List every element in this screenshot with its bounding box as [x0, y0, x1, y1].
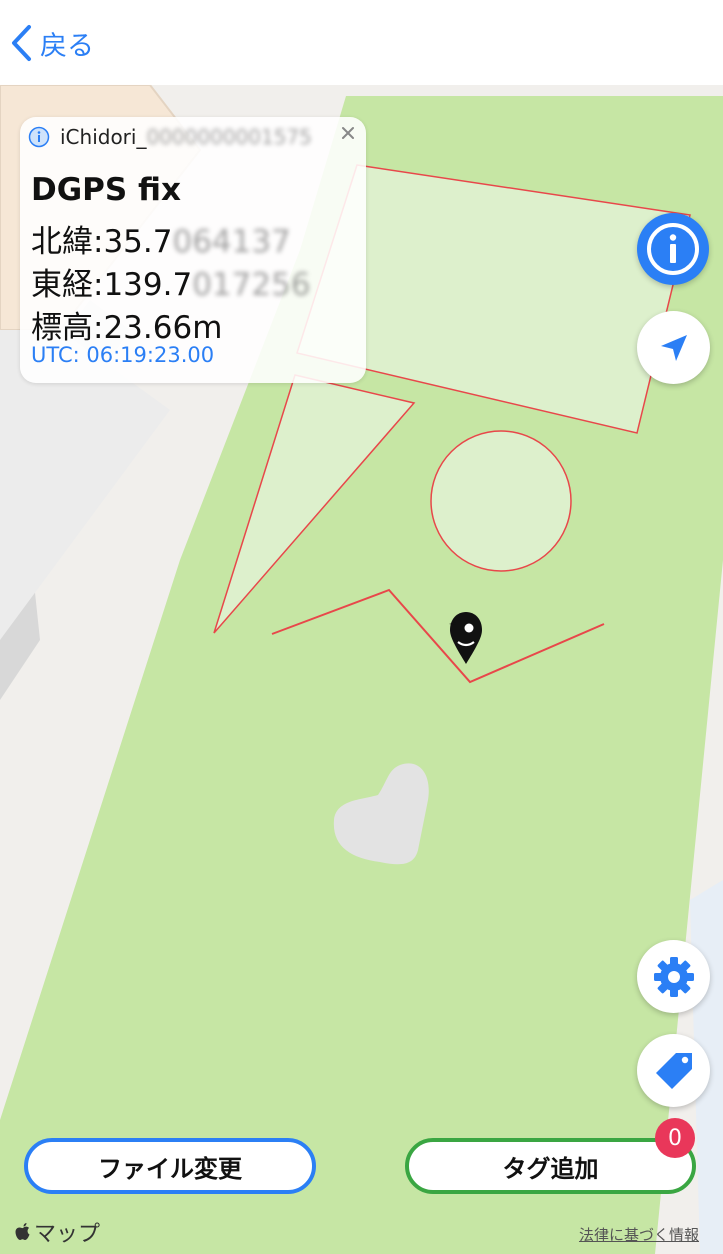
apple-logo-icon — [15, 1223, 30, 1240]
info-icon — [647, 223, 699, 275]
info-icon — [28, 126, 50, 148]
top-nav-bar: 戻る — [0, 0, 723, 85]
gear-icon — [653, 956, 694, 997]
card-header: iChidori_0000000001575 — [28, 125, 312, 149]
longitude-redacted: 017256 — [192, 267, 311, 303]
altitude-row: 標高:23.66m — [31, 310, 223, 346]
info-button[interactable] — [637, 213, 709, 285]
file-change-button[interactable]: ファイル変更 — [24, 1138, 316, 1194]
back-label: 戻る — [40, 30, 94, 62]
close-button[interactable] — [336, 121, 360, 145]
device-name: iChidori_0000000001575 — [60, 125, 312, 149]
tag-icon — [655, 1052, 692, 1089]
tag-button[interactable] — [637, 1034, 710, 1107]
device-name-redacted: 0000000001575 — [146, 125, 312, 149]
position-info-card: iChidori_0000000001575 DGPS fix 北緯:35.70… — [20, 117, 366, 383]
maps-brand-label: マップ — [34, 1222, 101, 1247]
location-arrow-icon — [660, 334, 687, 361]
close-icon — [342, 127, 354, 139]
fix-status: DGPS fix — [31, 172, 181, 208]
add-tag-button[interactable]: タグ追加 — [405, 1138, 696, 1194]
utc-time: UTC: 06:19:23.00 — [31, 343, 215, 367]
chevron-left-icon — [12, 25, 31, 61]
settings-button[interactable] — [637, 940, 710, 1013]
legal-info-link[interactable]: 法律に基づく情報 — [579, 1224, 699, 1245]
drawn-circle[interactable] — [430, 430, 572, 572]
tag-count-badge: 0 — [655, 1118, 695, 1158]
back-button[interactable]: 戻る — [8, 20, 94, 66]
current-location-button[interactable] — [637, 311, 710, 384]
maps-brand: マップ — [14, 1216, 100, 1248]
longitude-row: 東経:139.7017256 — [31, 267, 311, 303]
latitude-redacted: 064137 — [172, 224, 291, 260]
latitude-row: 北緯:35.7064137 — [31, 224, 291, 260]
